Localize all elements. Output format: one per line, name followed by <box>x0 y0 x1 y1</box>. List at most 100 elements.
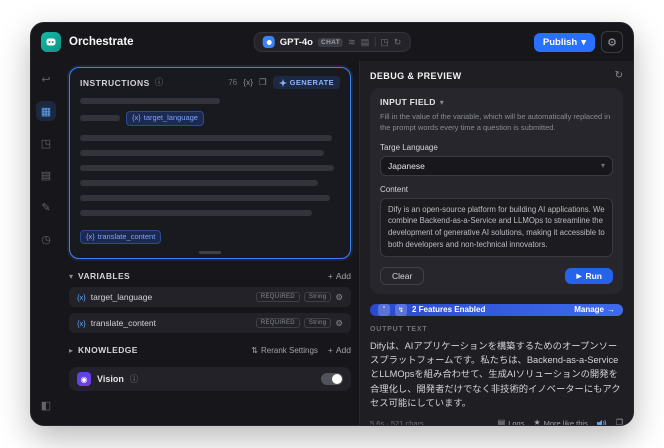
add-variable-button[interactable]: + Add <box>328 271 351 281</box>
variable-name: translate_content <box>90 318 156 328</box>
knowledge-title: KNOWLEDGE <box>78 345 138 355</box>
variable-settings-icon[interactable]: ⚙ <box>335 293 343 302</box>
arrow-right-icon: → <box>607 305 615 314</box>
manage-features-button[interactable]: Manage → <box>574 305 615 314</box>
output-footer: 5.6s · 521 chars ▤ Logs ★ More like this <box>370 418 623 426</box>
window-icon[interactable]: ◳ <box>380 37 389 47</box>
chat-mode-badge: CHAT <box>317 37 344 47</box>
variable-chip-translate-content[interactable]: {x} translate_content <box>80 229 162 244</box>
vision-toggle[interactable] <box>321 373 343 385</box>
vision-feature-row: ◉ Vision ⓘ <box>69 367 351 391</box>
api-access-icon[interactable]: ◳ <box>36 133 56 153</box>
type-select[interactable]: String <box>303 292 332 302</box>
params-icon[interactable]: ≋ <box>348 37 356 47</box>
chevron-down-icon: ▾ <box>581 36 586 48</box>
more-like-this-button[interactable]: ★ More like this <box>533 418 587 426</box>
variable-chip-label: target_language <box>143 113 198 122</box>
orchestrate-icon[interactable]: ▦ <box>36 101 56 121</box>
rerank-label: Rerank Settings <box>260 345 318 355</box>
toggle-knob <box>332 374 342 384</box>
play-icon: ▶ <box>576 272 582 280</box>
logs-icon: ▤ <box>497 418 506 426</box>
app-window: Orchestrate GPT-4o CHAT ≋ ▤ ◳ ↻ Publish … <box>30 22 634 426</box>
instructions-panel[interactable]: INSTRUCTIONS ⓘ 76 {x} ❐ GENERATE {x} tar… <box>69 67 351 259</box>
add-knowledge-button[interactable]: + Add <box>328 345 351 355</box>
target-language-label: Targe Language <box>380 142 438 152</box>
collapse-panel-icon[interactable]: ◧ <box>36 395 56 415</box>
chevron-down-icon[interactable]: ▾ <box>69 272 73 281</box>
variables-header: ▾ VARIABLES + Add <box>69 271 351 281</box>
eye-icon: ◉ <box>80 374 88 384</box>
conversation-opener-icon: “ <box>378 303 390 316</box>
settings-button[interactable]: ⚙ <box>601 31 623 53</box>
prompt-pane: INSTRUCTIONS ⓘ 76 {x} ❐ GENERATE {x} tar… <box>61 61 359 425</box>
plus-icon: + <box>327 271 333 281</box>
features-enabled-bar[interactable]: “ ↯ 2 Features Enabled Manage → <box>370 303 623 316</box>
robot-logo-icon <box>46 38 56 46</box>
insert-variable-icon[interactable]: {x} <box>243 78 253 87</box>
add-label: Add <box>335 271 351 281</box>
clear-button[interactable]: Clear <box>380 266 425 285</box>
prompt-text-skeleton <box>80 194 330 201</box>
variable-name: target_language <box>90 292 153 302</box>
content-label: Content <box>380 184 409 194</box>
info-icon: ⓘ <box>129 373 139 384</box>
speaker-button[interactable] <box>596 419 607 425</box>
run-button[interactable]: ▶ Run <box>565 267 613 284</box>
reset-icon[interactable]: ↻ <box>394 37 402 47</box>
icon-rail: ↩ ▦ ◳ ▤ ✎ ◷ ◧ <box>31 61 61 425</box>
topbar-actions: Publish ▾ ⚙ <box>533 31 623 53</box>
model-provider-icon <box>262 36 275 48</box>
gear-icon: ⚙ <box>607 36 617 49</box>
input-field-description: Fill in the value of the variable, which… <box>380 112 611 132</box>
add-label: Add <box>335 345 351 355</box>
back-icon[interactable]: ↩ <box>36 69 56 89</box>
prompt-text-skeleton <box>80 164 334 171</box>
app-logo-icon[interactable] <box>41 32 61 52</box>
star-icon: ★ <box>533 418 541 426</box>
annotation-icon[interactable]: ✎ <box>36 197 56 217</box>
content-textarea[interactable]: Dify is an open-source platform for buil… <box>380 197 613 257</box>
rerank-settings-button[interactable]: ⇅ Rerank Settings <box>251 346 318 355</box>
generate-button[interactable]: GENERATE <box>272 76 340 89</box>
chevron-right-icon[interactable]: ▸ <box>69 346 73 355</box>
publish-button[interactable]: Publish ▾ <box>533 32 595 52</box>
input-field-header[interactable]: INPUT FIELD ▾ <box>380 97 613 107</box>
variable-row-target-language[interactable]: {x} target_language REQUIRED String ⚙ <box>69 287 351 307</box>
generate-label: GENERATE <box>289 78 334 87</box>
prompt-text-skeleton <box>80 149 324 156</box>
debug-preview-pane: DEBUG & PREVIEW ↻ INPUT FIELD ▾ Fill in … <box>359 61 633 425</box>
variable-row-translate-content[interactable]: {x} translate_content REQUIRED String ⚙ <box>69 313 351 333</box>
prompt-text-skeleton <box>80 134 332 141</box>
info-icon: ⓘ <box>154 77 164 88</box>
variable-settings-icon[interactable]: ⚙ <box>335 319 343 328</box>
model-selector[interactable]: GPT-4o CHAT ≋ ▤ ◳ ↻ <box>253 32 411 52</box>
logs-list-icon[interactable]: ▤ <box>36 165 56 185</box>
target-language-select[interactable]: Japanese ▾ <box>380 155 613 176</box>
prompt-text-skeleton <box>80 98 220 104</box>
stop-sequence-icon[interactable]: ▤ <box>361 37 370 47</box>
output-actions: ▤ Logs ★ More like this ❐ <box>497 418 623 426</box>
copy-output-button[interactable]: ❐ <box>616 419 623 425</box>
refresh-icon[interactable]: ↻ <box>615 70 623 81</box>
variable-chip-label: translate_content <box>97 231 156 241</box>
history-icon[interactable]: ◷ <box>36 229 56 249</box>
variable-icon: {x} <box>86 231 95 241</box>
prompt-text-skeleton <box>80 115 120 122</box>
input-field-title: INPUT FIELD <box>380 97 436 107</box>
variable-icon: {x} <box>132 113 141 122</box>
prompt-text-skeleton <box>80 209 312 216</box>
prompt-line: {x} translate_content <box>80 229 340 244</box>
copy-icon[interactable]: ❐ <box>259 78 267 87</box>
prompt-line: {x} target_language <box>80 111 340 126</box>
type-select[interactable]: String <box>303 318 332 328</box>
logs-button[interactable]: ▤ Logs <box>497 418 525 426</box>
resize-handle[interactable] <box>199 251 221 254</box>
rerank-icon: ⇅ <box>251 345 258 355</box>
bolt-icon: ↯ <box>398 306 404 314</box>
output-text: Difyは、AIアプリケーションを構築するためのオープンソースプラットフォームで… <box>370 340 621 409</box>
variable-chip-target-language[interactable]: {x} target_language <box>126 111 204 126</box>
char-count: 76 <box>228 78 238 87</box>
chevron-down-icon: ▾ <box>439 97 444 107</box>
top-bar: Orchestrate GPT-4o CHAT ≋ ▤ ◳ ↻ Publish … <box>31 23 633 61</box>
